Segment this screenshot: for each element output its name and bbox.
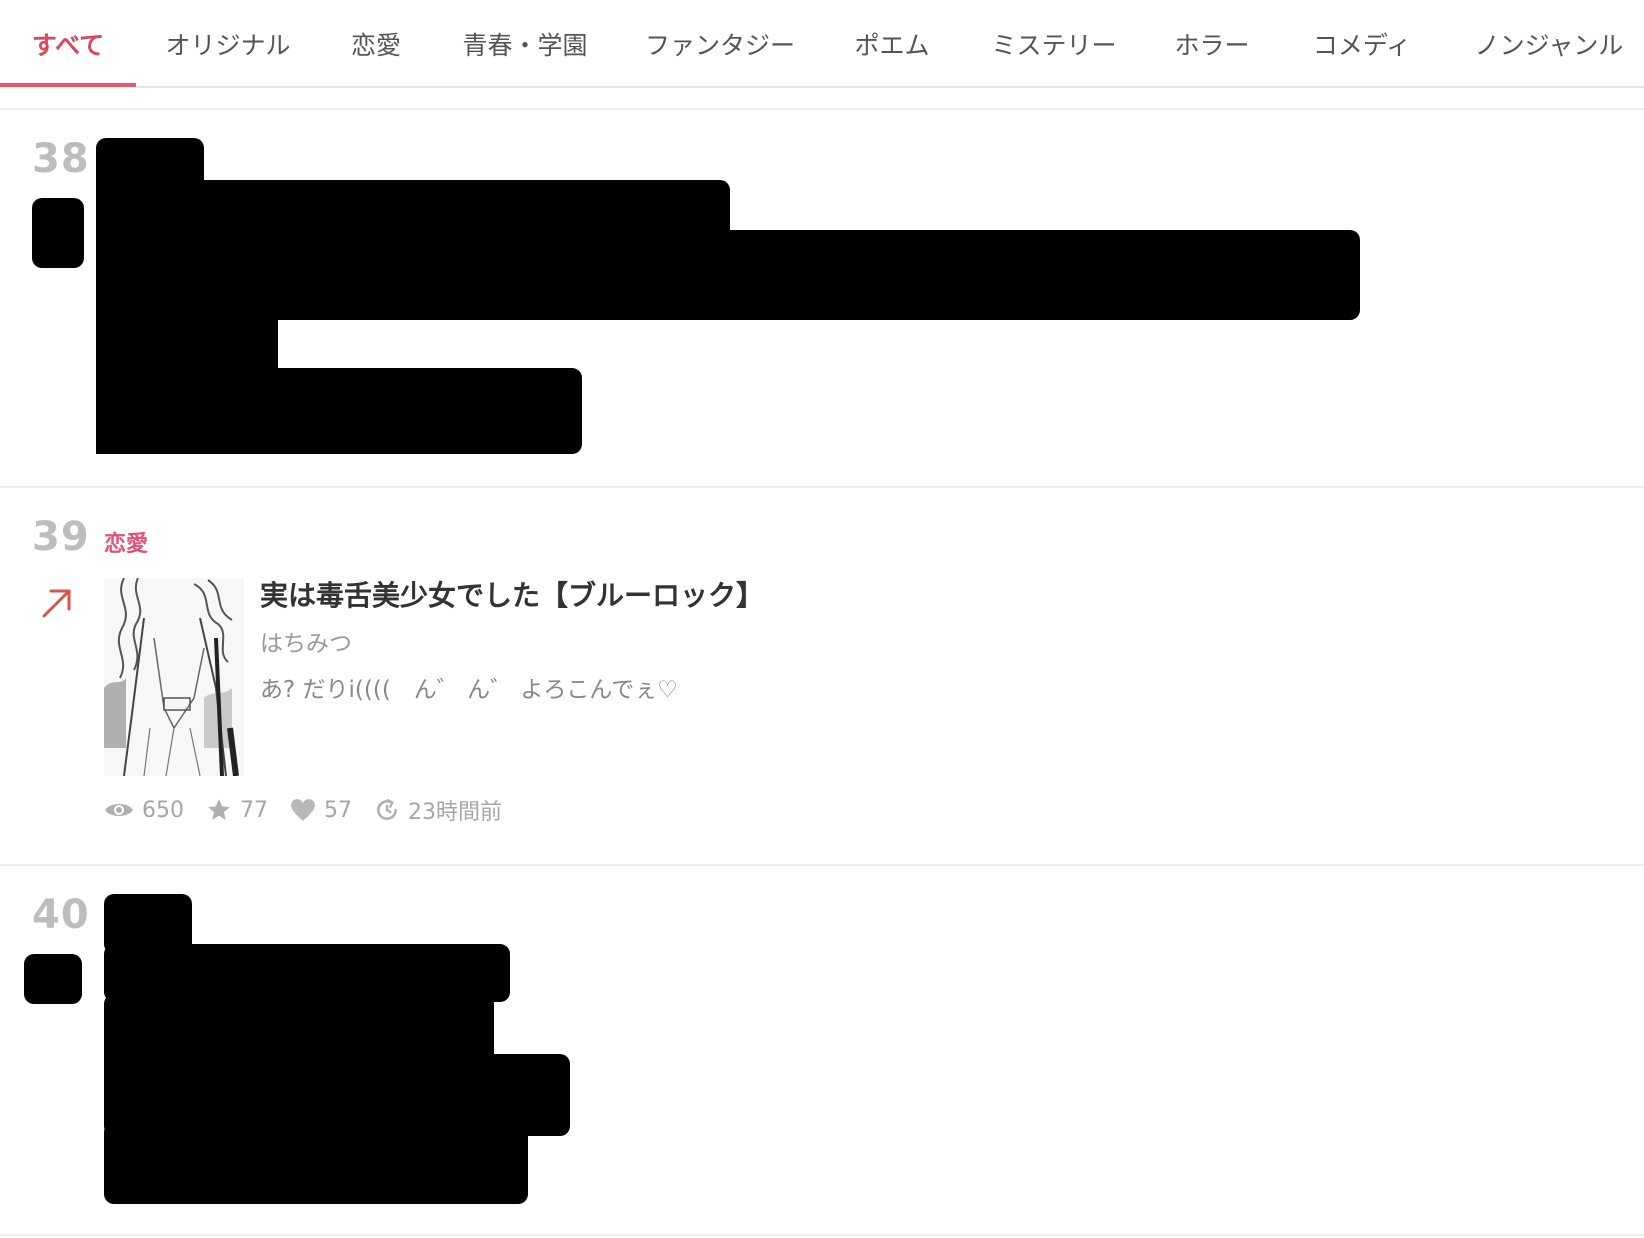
divider [0,1234,1644,1236]
redaction-block [96,230,1360,320]
eye-icon [105,804,133,816]
tab-horror[interactable]: ホラー [1160,0,1264,88]
trend-up-arrow-icon [42,589,71,618]
like-count: 57 [290,798,352,823]
redaction-block [32,198,84,268]
heart-icon [291,799,315,821]
redaction-block [96,368,582,454]
tab-romance[interactable]: 恋愛 [330,0,422,88]
tab-all[interactable]: すべて [0,0,136,88]
divider [0,108,1644,110]
active-tab-indicator [0,83,136,87]
cover-thumbnail[interactable] [104,578,244,776]
divider [0,864,1644,866]
rank-number: 40 [32,892,90,938]
rank-number: 38 [32,136,90,182]
genre-tag[interactable]: 恋愛 [104,526,148,558]
redaction-block [24,954,82,1004]
genre-tab-bar: すべて オリジナル 恋愛 青春・学園 ファンタジー ポエム ミステリー ホラー … [0,0,1644,88]
tab-fantasy[interactable]: ファンタジー [636,0,804,88]
updated-time-value: 23時間前 [408,800,502,825]
star-count: 77 [206,797,268,823]
view-count-value: 650 [142,797,184,823]
view-count: 650 [104,798,184,823]
star-count-value: 77 [240,797,268,823]
update-clock-icon [377,799,397,820]
story-excerpt: あ? だりi(((( ん゛ ん゛ よろこんでぇ♡ [260,677,678,703]
star-icon [208,799,230,820]
manga-illustration-icon [104,578,244,776]
rank-number: 39 [32,514,90,560]
story-title[interactable]: 実は毒舌美少女でした【ブルーロック】 [260,574,764,614]
story-stats: 650 77 57 23時間前 [104,794,524,826]
like-count-value: 57 [324,797,352,823]
tab-comedy[interactable]: コメディ [1300,0,1424,88]
tab-poem[interactable]: ポエム [842,0,942,88]
tab-mystery[interactable]: ミステリー [980,0,1128,88]
author-name[interactable]: はちみつ [260,624,352,658]
updated-time: 23時間前 [374,794,502,826]
redaction-block [104,1122,528,1204]
tab-non-genre[interactable]: ノンジャンル [1460,0,1638,88]
tab-youth-school[interactable]: 青春・学園 [450,0,600,88]
divider [0,486,1644,488]
tab-original[interactable]: オリジナル [150,0,306,88]
